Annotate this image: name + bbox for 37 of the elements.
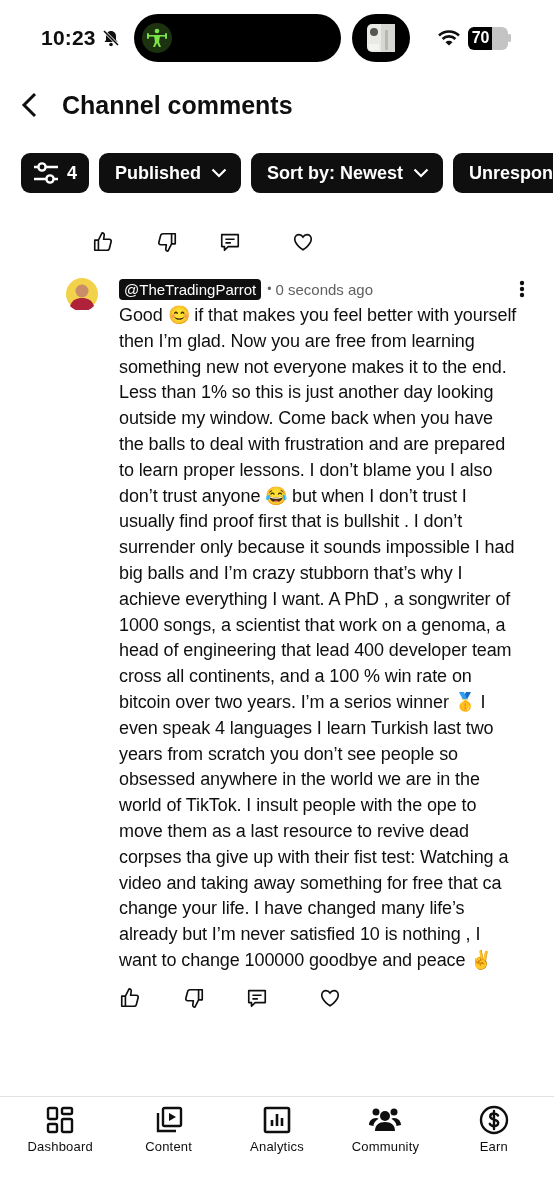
more-options-icon[interactable] xyxy=(519,280,525,298)
dropdown-chip[interactable]: Sort by: Newest xyxy=(251,153,444,193)
nav-tab[interactable]: Earn xyxy=(439,1097,549,1200)
battery-cap-icon xyxy=(507,34,511,42)
media-pill[interactable] xyxy=(351,14,410,62)
nav-tab[interactable]: Analytics xyxy=(222,1097,332,1200)
chevron-down-icon xyxy=(413,168,430,178)
bar-chart-icon xyxy=(263,1105,291,1134)
activity-pill[interactable] xyxy=(133,14,341,62)
avatar-icon[interactable] xyxy=(66,278,98,310)
bell-off-icon xyxy=(101,29,120,47)
author-handle[interactable]: @TheTradingParrot xyxy=(119,278,262,300)
comment-time: 0 seconds ago xyxy=(275,280,373,298)
weightlifter-icon xyxy=(141,23,172,53)
wifi-icon xyxy=(437,30,460,46)
video-stack-icon xyxy=(154,1105,183,1134)
dollar-coin-icon xyxy=(478,1104,509,1135)
separator-dot: • xyxy=(267,282,272,296)
dropdown-chip[interactable]: Unrespon xyxy=(453,153,554,193)
thumbs-up-icon[interactable] xyxy=(92,231,114,253)
dropdown-chip[interactable]: Published xyxy=(99,153,242,193)
thumbs-down-icon[interactable] xyxy=(183,986,205,1009)
page-title: Channel comments xyxy=(62,90,293,120)
thumbs-up-icon[interactable] xyxy=(119,986,141,1009)
nav-tab[interactable]: Dashboard xyxy=(6,1097,115,1200)
battery-level: 70 xyxy=(467,26,508,50)
chevron-down-icon xyxy=(211,168,228,178)
dashboard-icon xyxy=(46,1105,75,1134)
nav-tab[interactable]: Community xyxy=(331,1097,440,1200)
filter-button[interactable]: 4 xyxy=(21,153,89,193)
nav-tab[interactable]: Content xyxy=(114,1097,223,1200)
heart-icon[interactable] xyxy=(292,231,314,253)
sliders-icon xyxy=(33,161,59,185)
thumbs-down-icon[interactable] xyxy=(156,231,178,253)
reply-icon[interactable] xyxy=(219,231,241,253)
clock-time: 10:23 xyxy=(41,26,96,50)
comment-text: Good 😊 if that makes you feel better with yourself then I’m glad. Now you are free from learning something new not everyone makes it to the end. Less than 1% so this is just another day looking outside my window. Come back when you have the balls to deal with frustration and are prepared to learn proper lessons. I don’t blame you I also don’t trust anyone 😂 but when I don’t trust I usually find proof first that is bullshit . I don’t surrender only because it sounds impossible I had big balls and I’m crazy stubborn that’s why I achieve everything I want. A PhD , a songwriter of 1000 songs, a scientist that work on a genoma, a head of engineering that lead 400 developer team cross all continents, and a 100 % win rate on bitcoin over two years. I’m a serios winner 🥇 I even speak 4 languages I learn Turkish last two years from scratch you don’t see people so obsessed anywhere in the world we are in the world of TikTok. I insult people with the ope to move them as a last resource to revive dead corpses tha give up with their fist test: Watching a video and taking away something for free that ca change your life. I have changed many life’s already but I’m never satisfied 10 is nothing , I want to change 100000 goodbye and peace ✌ xyxy=(119,304,518,972)
